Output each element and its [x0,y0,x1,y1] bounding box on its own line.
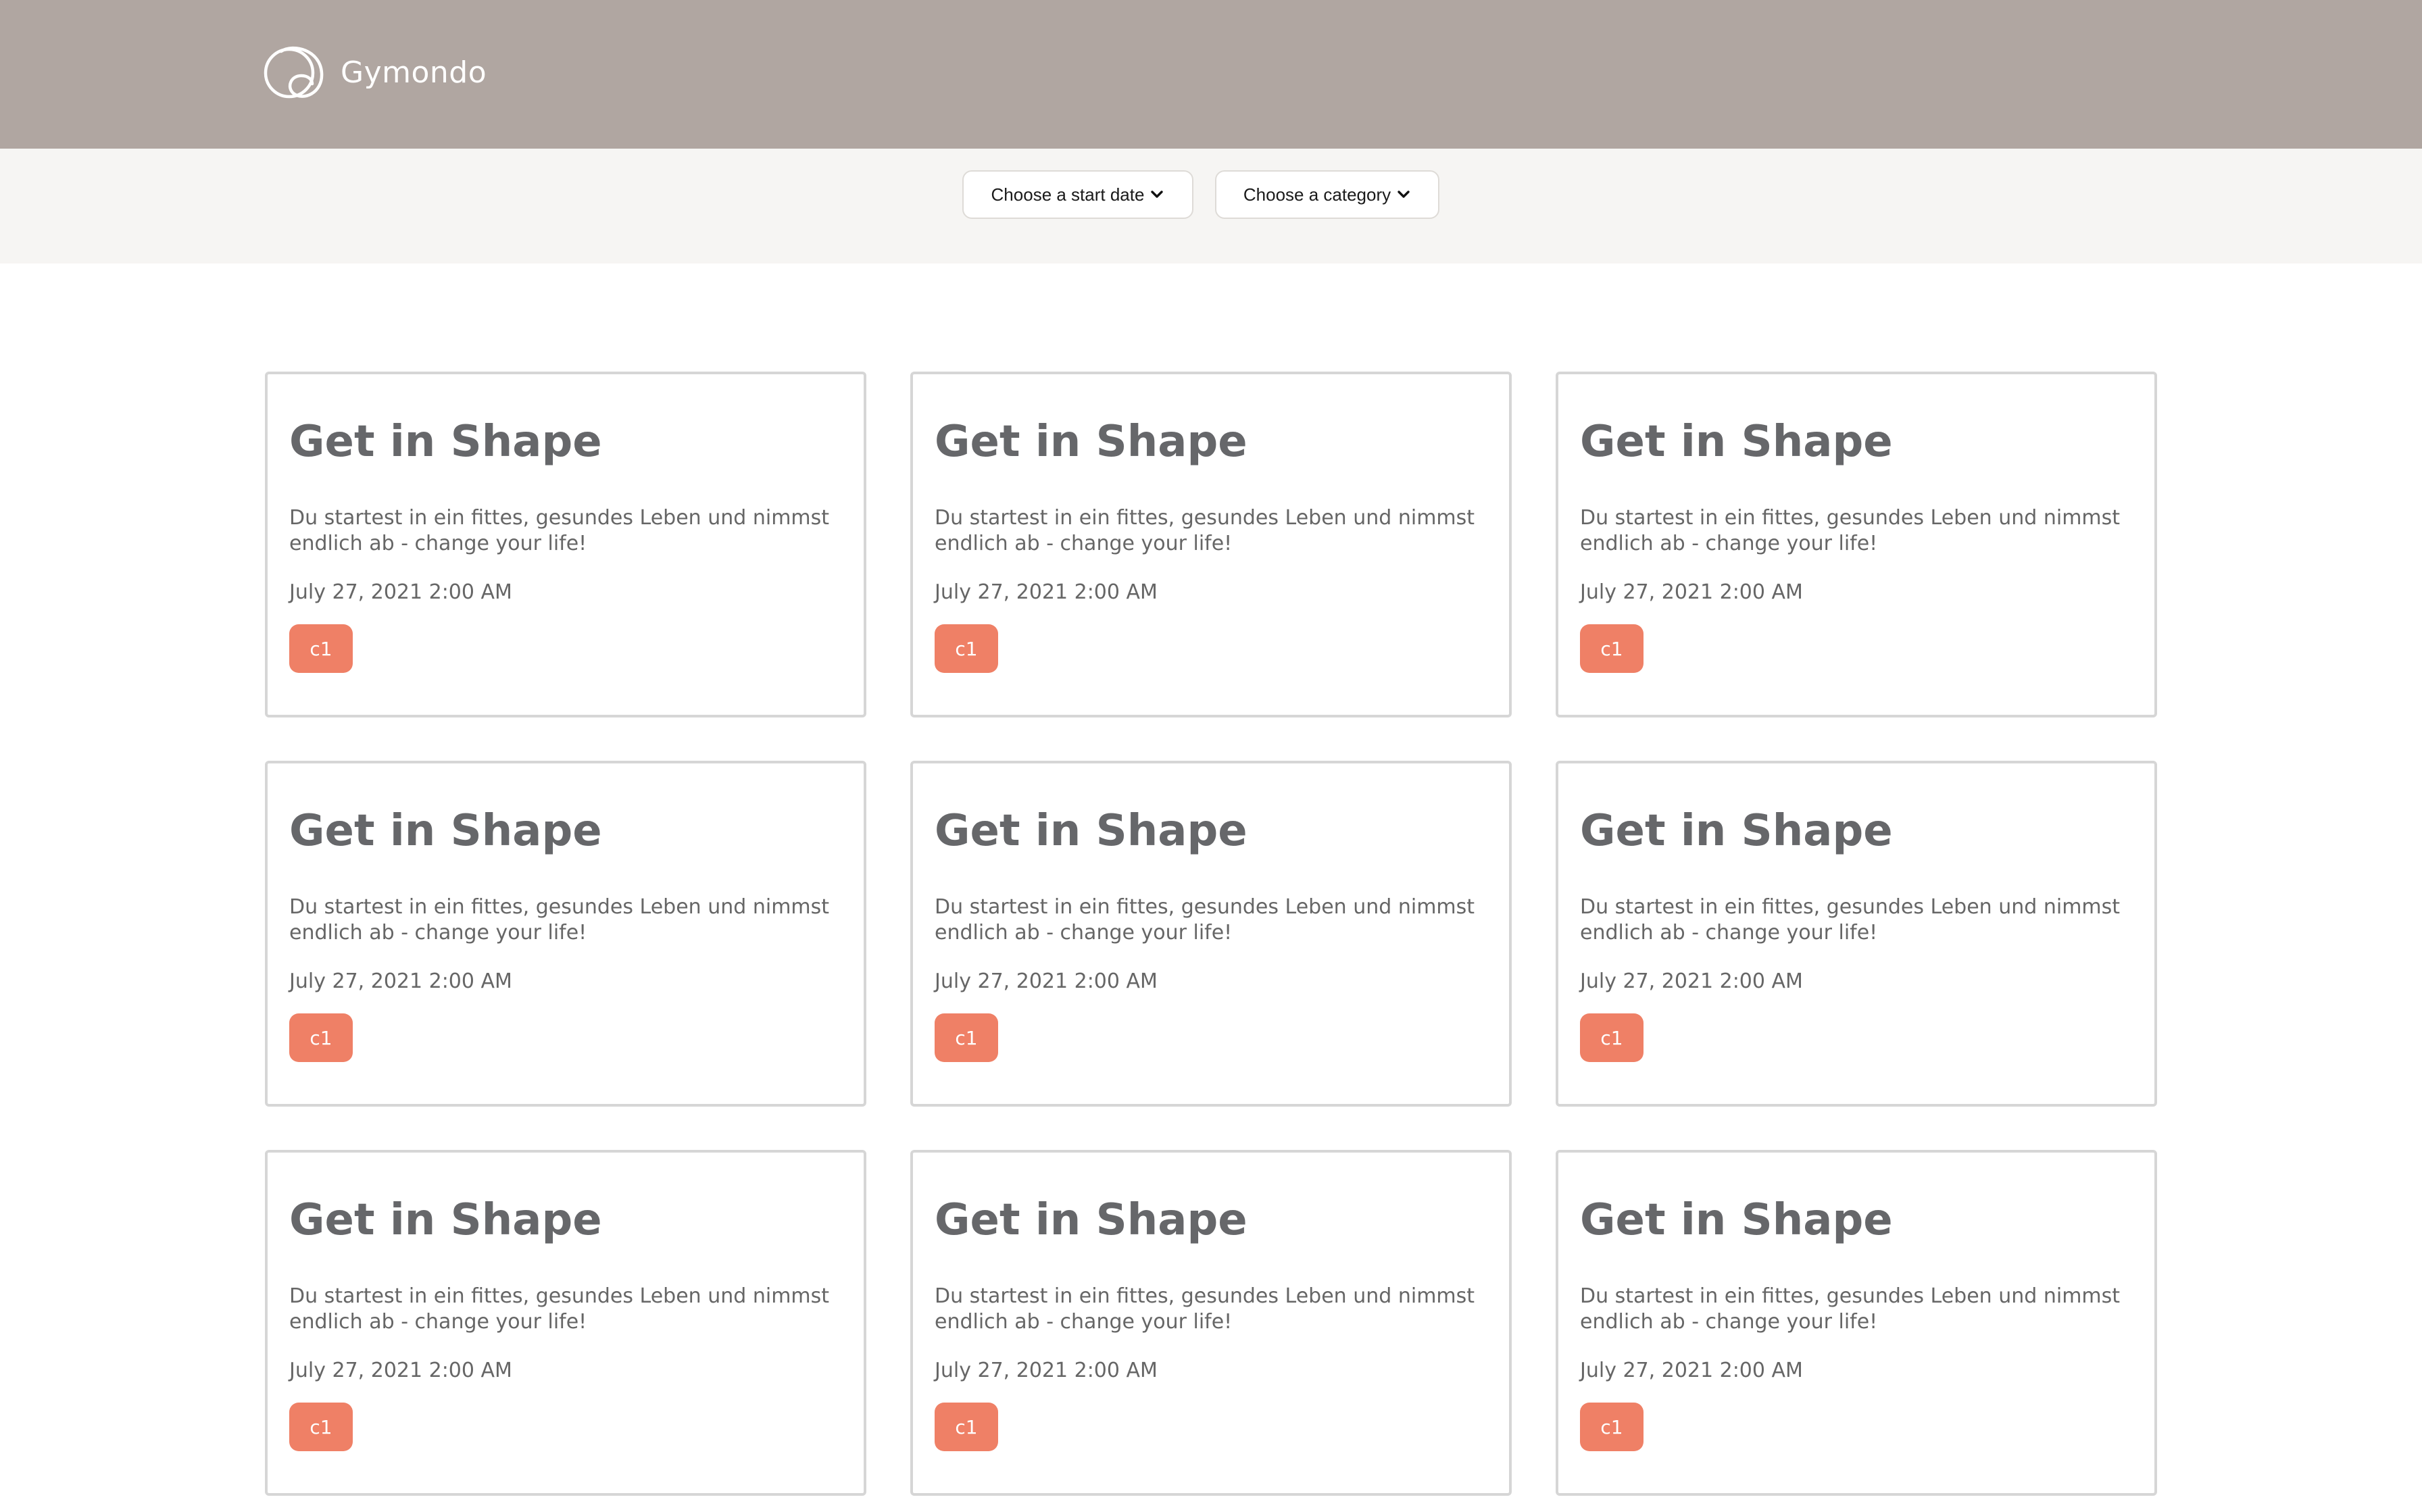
category-badge[interactable]: c1 [1580,1403,1644,1451]
program-start-date: July 27, 2021 2:00 AM [1580,969,1803,993]
category-badge[interactable]: c1 [1580,624,1644,673]
program-card[interactable]: Get in Shape Du startest in ein fittes, … [1556,1150,2157,1496]
program-description: Du startest in ein fittes, gesundes Lebe… [1580,506,2121,555]
program-start-date: July 27, 2021 2:00 AM [289,580,512,604]
program-title: Get in Shape [289,417,602,467]
program-description: Du startest in ein fittes, gesundes Lebe… [935,895,1475,944]
program-card[interactable]: Get in Shape Du startest in ein fittes, … [265,761,866,1107]
program-card[interactable]: Get in Shape Du startest in ein fittes, … [1556,761,2157,1107]
program-description: Du startest in ein fittes, gesundes Lebe… [289,895,830,944]
program-start-date: July 27, 2021 2:00 AM [289,969,512,993]
category-badge[interactable]: c1 [289,1013,353,1062]
category-badge[interactable]: c1 [289,1403,353,1451]
program-description: Du startest in ein fittes, gesundes Lebe… [1580,1284,2121,1334]
category-badge[interactable]: c1 [935,1013,998,1062]
program-start-date: July 27, 2021 2:00 AM [935,969,1158,993]
program-start-date: July 27, 2021 2:00 AM [289,1359,512,1382]
program-title: Get in Shape [935,417,1247,467]
program-start-date: July 27, 2021 2:00 AM [935,1359,1158,1382]
program-title: Get in Shape [289,1195,602,1245]
program-title: Get in Shape [1580,417,1893,467]
program-start-date: July 27, 2021 2:00 AM [1580,1359,1803,1382]
program-title: Get in Shape [289,806,602,856]
program-start-date: July 27, 2021 2:00 AM [935,580,1158,604]
program-title: Get in Shape [935,806,1247,856]
program-description: Du startest in ein fittes, gesundes Lebe… [935,506,1475,555]
program-start-date: July 27, 2021 2:00 AM [1580,580,1803,604]
program-description: Du startest in ein fittes, gesundes Lebe… [1580,895,2121,944]
program-card[interactable]: Get in Shape Du startest in ein fittes, … [265,1150,866,1496]
program-card[interactable]: Get in Shape Du startest in ein fittes, … [265,372,866,717]
program-description: Du startest in ein fittes, gesundes Lebe… [289,506,830,555]
program-card[interactable]: Get in Shape Du startest in ein fittes, … [910,761,1512,1107]
program-card[interactable]: Get in Shape Du startest in ein fittes, … [910,372,1512,717]
program-card[interactable]: Get in Shape Du startest in ein fittes, … [1556,372,2157,717]
program-grid: Get in Shape Du startest in ein fittes, … [0,0,2422,1512]
program-title: Get in Shape [1580,1195,1893,1245]
program-card[interactable]: Get in Shape Du startest in ein fittes, … [910,1150,1512,1496]
program-title: Get in Shape [1580,806,1893,856]
program-description: Du startest in ein fittes, gesundes Lebe… [935,1284,1475,1334]
category-badge[interactable]: c1 [935,1403,998,1451]
program-title: Get in Shape [935,1195,1247,1245]
program-description: Du startest in ein fittes, gesundes Lebe… [289,1284,830,1334]
category-badge[interactable]: c1 [935,624,998,673]
category-badge[interactable]: c1 [289,624,353,673]
category-badge[interactable]: c1 [1580,1013,1644,1062]
